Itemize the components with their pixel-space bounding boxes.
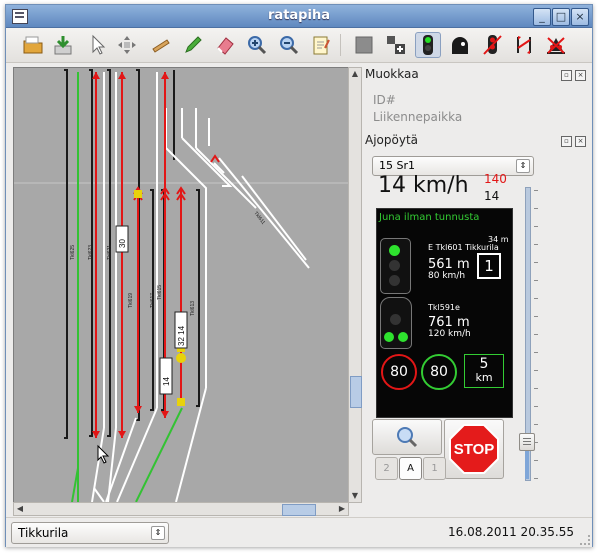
chevron-updown-icon: ⇕ bbox=[151, 526, 165, 540]
save-download-icon[interactable] bbox=[50, 32, 76, 58]
dock-close-button[interactable]: × bbox=[575, 70, 586, 81]
signal1-distance: 561 m bbox=[428, 257, 470, 272]
toolbar-separator bbox=[340, 34, 341, 56]
current-speed: 14 km/h bbox=[378, 173, 469, 198]
pencil-icon[interactable] bbox=[180, 32, 206, 58]
minimize-button[interactable]: _ bbox=[533, 8, 551, 26]
dock-close-button[interactable]: × bbox=[575, 136, 586, 147]
status-bar: Tikkurila ⇕ 16.08.2011 20.35.55 bbox=[6, 517, 592, 547]
distance-box-value: 5 bbox=[479, 356, 489, 372]
resize-grip-icon[interactable] bbox=[580, 535, 590, 545]
maximize-button[interactable]: □ bbox=[552, 8, 570, 26]
signal2-speed: 120 km/h bbox=[428, 329, 471, 339]
liikennepaikka-label: Liikennepaikka bbox=[373, 110, 463, 124]
zoom-out-icon[interactable] bbox=[276, 32, 302, 58]
track-label: Tkl625 bbox=[70, 245, 76, 260]
signal1-speed: 80 km/h bbox=[428, 271, 466, 281]
actual-speed: 14 bbox=[484, 189, 500, 203]
signal1-number: 1 bbox=[477, 253, 501, 279]
track-label: Tkl623 bbox=[88, 245, 94, 260]
map-vertical-scrollbar[interactable]: ▲ ▼ bbox=[348, 67, 362, 503]
train-label-14: 14 bbox=[162, 377, 171, 386]
station-select[interactable]: Tikkurila ⇕ bbox=[11, 522, 169, 544]
scroll-up-arrow-icon[interactable]: ▲ bbox=[349, 68, 361, 80]
track-label: Tkl613 bbox=[190, 301, 196, 316]
signal-green-icon[interactable] bbox=[415, 32, 441, 58]
map-horizontal-scrollbar[interactable]: ◀ ▶ bbox=[13, 502, 349, 516]
station-select-value: Tikkurila bbox=[18, 526, 69, 540]
cab-status-text: Juna ilman tunnusta bbox=[379, 212, 480, 223]
gear-1-button[interactable]: 1 bbox=[423, 457, 446, 480]
scroll-down-arrow-icon[interactable]: ▼ bbox=[349, 490, 361, 502]
distance-box: 5 km bbox=[464, 354, 504, 388]
track-label: Tkl615 bbox=[157, 285, 163, 300]
stop-label: STOP bbox=[454, 441, 495, 458]
title-bar: ratapiha _ □ × bbox=[6, 5, 592, 28]
tunnel-icon[interactable] bbox=[447, 32, 473, 58]
train-label-32-14: 32 14 bbox=[177, 325, 186, 346]
route-add-icon[interactable] bbox=[383, 32, 409, 58]
close-button[interactable]: × bbox=[571, 8, 589, 26]
open-folder-icon[interactable] bbox=[20, 32, 46, 58]
switch-arrows-icon[interactable] bbox=[511, 32, 537, 58]
chevron-updown-icon: ⇕ bbox=[516, 159, 530, 173]
speed-limit-red: 80 bbox=[381, 354, 417, 390]
cab-display: Juna ilman tunnusta 34 m E Tkl601 Tikkur… bbox=[376, 208, 513, 418]
zoom-in-icon[interactable] bbox=[244, 32, 270, 58]
speed-slider-handle[interactable] bbox=[519, 433, 535, 451]
main-window: ratapiha _ □ × 30 32 14 14 Tkl625 Tkl623… bbox=[5, 4, 593, 547]
ruler-icon[interactable] bbox=[148, 32, 174, 58]
train-label-30: 30 bbox=[118, 239, 127, 248]
gear-2-button[interactable]: 2 bbox=[375, 457, 398, 480]
track-map[interactable]: 30 32 14 14 Tkl625 Tkl623 Tkl621 Tkl619 … bbox=[13, 67, 349, 503]
dock-float-button[interactable]: ▫ bbox=[561, 136, 572, 147]
signal-red-icon[interactable] bbox=[479, 32, 505, 58]
eraser-icon[interactable] bbox=[212, 32, 238, 58]
move-arrows-icon[interactable] bbox=[114, 32, 140, 58]
distance-box-unit: km bbox=[475, 371, 493, 384]
grey-block-icon[interactable] bbox=[351, 32, 377, 58]
target-speed: 140 bbox=[484, 172, 507, 186]
muokkaa-title: Muokkaa bbox=[365, 67, 419, 81]
track-label: Tkl617 bbox=[150, 293, 156, 308]
vertical-scroll-thumb[interactable] bbox=[350, 376, 362, 408]
train-red-icon[interactable] bbox=[543, 32, 569, 58]
signal2-name: Tkl591e bbox=[428, 303, 460, 312]
ajopoyta-title: Ajopöytä bbox=[365, 133, 419, 147]
notepad-icon[interactable] bbox=[308, 32, 334, 58]
id-label: ID# bbox=[373, 93, 396, 107]
speed-limit-green: 80 bbox=[421, 354, 457, 390]
track-label: Tkl619 bbox=[128, 293, 134, 308]
horizontal-scroll-thumb[interactable] bbox=[282, 504, 316, 516]
toolbar bbox=[6, 28, 592, 63]
signal2-icon bbox=[380, 297, 412, 349]
signal2-distance: 761 m bbox=[428, 315, 470, 330]
scroll-left-arrow-icon[interactable]: ◀ bbox=[14, 503, 26, 515]
datetime-display: 16.08.2011 20.35.55 bbox=[448, 525, 574, 539]
stop-button[interactable]: STOP bbox=[444, 419, 504, 479]
scroll-right-arrow-icon[interactable]: ▶ bbox=[336, 503, 348, 515]
window-title: ratapiha bbox=[268, 8, 330, 23]
select-pointer-icon[interactable] bbox=[84, 32, 110, 58]
zoom-to-train-button[interactable] bbox=[372, 419, 442, 455]
gear-a-button[interactable]: A bbox=[399, 457, 422, 480]
signal1-name: E Tkl601 Tikkurila bbox=[428, 243, 499, 252]
track-label: Tkl621 bbox=[107, 245, 113, 260]
signal1-icon bbox=[380, 238, 411, 294]
dock-float-button[interactable]: ▫ bbox=[561, 70, 572, 81]
